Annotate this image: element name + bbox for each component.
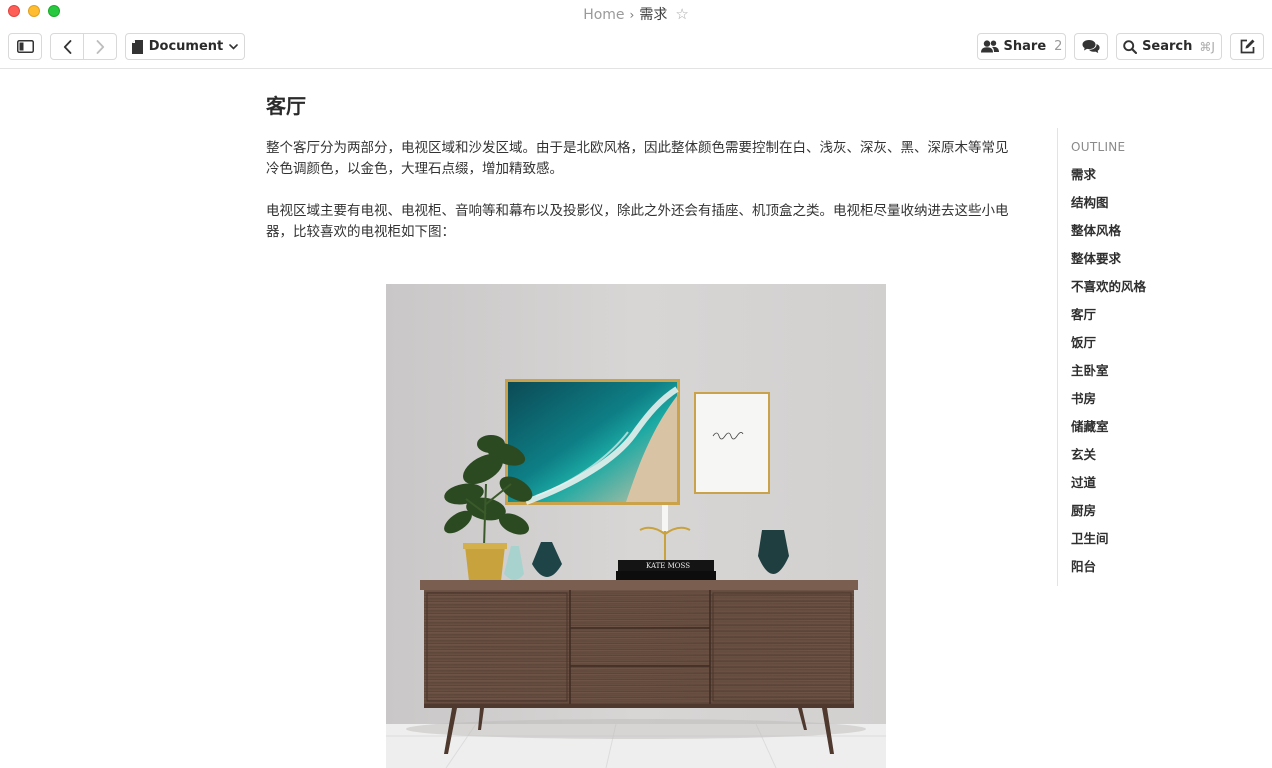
share-label: Share: [1003, 39, 1047, 54]
title-bar: Home › 需求 ☆: [0, 0, 1272, 26]
outline-list: 需求 结构图 整体风格 整体要求 不喜欢的风格 客厅 饭厅 主卧室 书房 储藏室…: [1071, 166, 1146, 586]
outline-item[interactable]: 玄关: [1071, 446, 1146, 474]
share-button[interactable]: Share 2: [977, 33, 1066, 60]
chat-bubbles-icon: [1082, 40, 1100, 53]
search-shortcut: ⌘J: [1199, 39, 1215, 54]
outline-item[interactable]: 结构图: [1071, 194, 1146, 222]
history-nav: [50, 33, 117, 60]
outline-item[interactable]: 阳台: [1071, 558, 1146, 586]
star-icon[interactable]: ☆: [675, 5, 688, 23]
page-title: 客厅: [266, 94, 306, 118]
search-label: Search: [1142, 39, 1193, 54]
edit-document-button[interactable]: [1230, 33, 1264, 60]
search-icon: [1123, 39, 1138, 54]
outline-panel: OUTLINE 需求 结构图 整体风格 整体要求 不喜欢的风格 客厅 饭厅 主卧…: [1057, 128, 1258, 586]
users-icon: [980, 40, 999, 53]
document-menu-label: Document: [148, 39, 224, 54]
sidebar-icon: [16, 40, 34, 53]
back-button[interactable]: [51, 34, 83, 59]
tv-cabinet-image: KATE MOSS: [386, 284, 886, 768]
comments-button[interactable]: [1074, 33, 1108, 60]
chevron-left-icon: [63, 39, 71, 54]
toolbar: Document Share 2 Search ⌘J: [0, 30, 1272, 69]
outline-item[interactable]: 客厅: [1071, 306, 1146, 334]
toggle-sidebar-button[interactable]: [8, 33, 42, 60]
outline-item[interactable]: 饭厅: [1071, 334, 1146, 362]
outline-item[interactable]: 主卧室: [1071, 362, 1146, 390]
outline-item[interactable]: 不喜欢的风格: [1071, 278, 1146, 306]
outline-item[interactable]: 整体要求: [1071, 250, 1146, 278]
paragraph: 整个客厅分为两部分，电视区域和沙发区域。由于是北欧风格，因此整体颜色需要控制在白…: [266, 140, 1009, 177]
chevron-right-icon: [96, 39, 104, 54]
compose-icon: [1240, 39, 1254, 54]
paragraph: 电视区域主要有电视、电视柜、音响等和幕布以及投影仪，除此之外还会有插座、机顶盒之…: [266, 203, 1009, 240]
search-button[interactable]: Search ⌘J: [1116, 33, 1222, 60]
outline-item[interactable]: 储藏室: [1071, 418, 1146, 446]
outline-item[interactable]: 卫生间: [1071, 530, 1146, 558]
breadcrumb-current[interactable]: 需求: [639, 7, 667, 23]
document-icon: [131, 39, 143, 54]
breadcrumb-home[interactable]: Home: [583, 7, 624, 23]
document-menu-button[interactable]: Document: [125, 33, 245, 60]
outline-item[interactable]: 过道: [1071, 474, 1146, 502]
chevron-right-icon: ›: [629, 8, 635, 22]
outline-item[interactable]: 书房: [1071, 390, 1146, 418]
outline-item[interactable]: 厨房: [1071, 502, 1146, 530]
outline-item[interactable]: 整体风格: [1071, 222, 1146, 250]
chevron-down-icon: [229, 43, 239, 50]
forward-button[interactable]: [83, 34, 116, 59]
outline-heading: OUTLINE: [1071, 140, 1126, 154]
book-title-text: KATE MOSS: [646, 562, 690, 570]
outline-item[interactable]: 需求: [1071, 166, 1146, 194]
breadcrumb: Home › 需求 ☆: [0, 4, 1272, 24]
tv-cabinet-illustration: KATE MOSS: [386, 284, 886, 768]
share-count: 2: [1054, 39, 1063, 54]
